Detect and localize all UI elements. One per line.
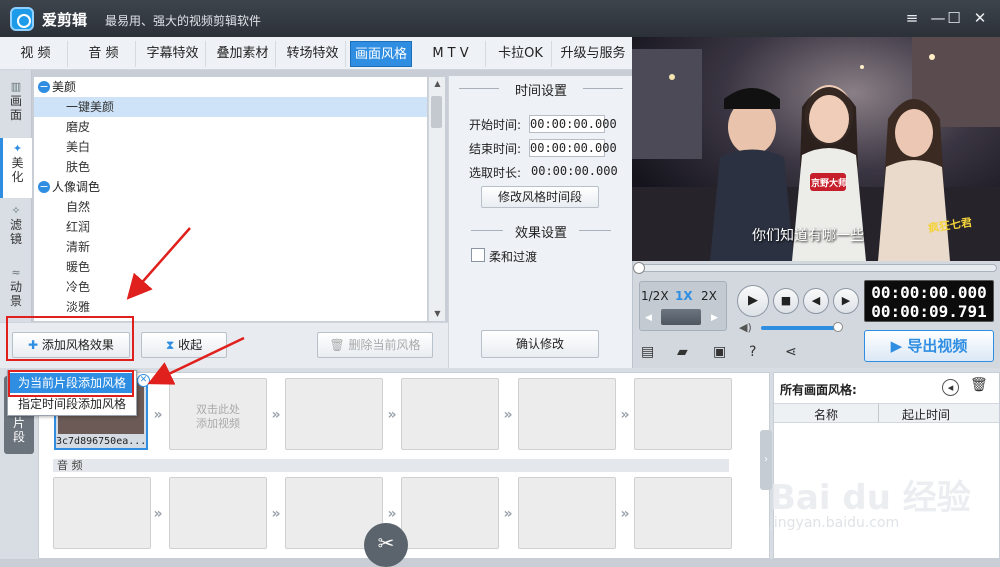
watermark: Bai du 经验 bbox=[770, 478, 971, 518]
watermark-url: jingyan.baidu.com bbox=[770, 515, 900, 531]
